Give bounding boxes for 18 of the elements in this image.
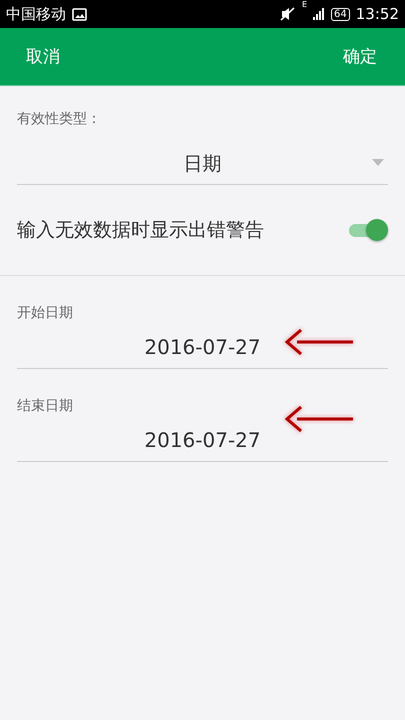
mute-icon — [280, 7, 296, 21]
toggle-label: 输入无效数据时显示出错警告 — [17, 218, 264, 243]
date-field[interactable]: 2016-07-27 — [17, 326, 388, 369]
image-icon — [72, 8, 87, 20]
toggle-switch[interactable] — [347, 219, 387, 241]
date-field[interactable]: 2016-07-27 — [17, 419, 388, 462]
battery-level: 64 — [331, 8, 350, 20]
dropdown-arrow-icon — [372, 159, 384, 166]
field-label: 结束日期 — [17, 397, 73, 415]
field-label: 开始日期 — [17, 304, 73, 322]
arrow-icon — [285, 328, 355, 356]
carrier-name: 中国移动 — [6, 4, 66, 24]
network-type: E — [302, 0, 308, 9]
field-label: 有效性类型： — [17, 110, 101, 128]
clock: 13:52 — [356, 5, 399, 23]
signal-icon — [313, 8, 326, 20]
type-dropdown[interactable]: 日期 — [17, 144, 388, 185]
arrow-icon — [285, 405, 355, 433]
